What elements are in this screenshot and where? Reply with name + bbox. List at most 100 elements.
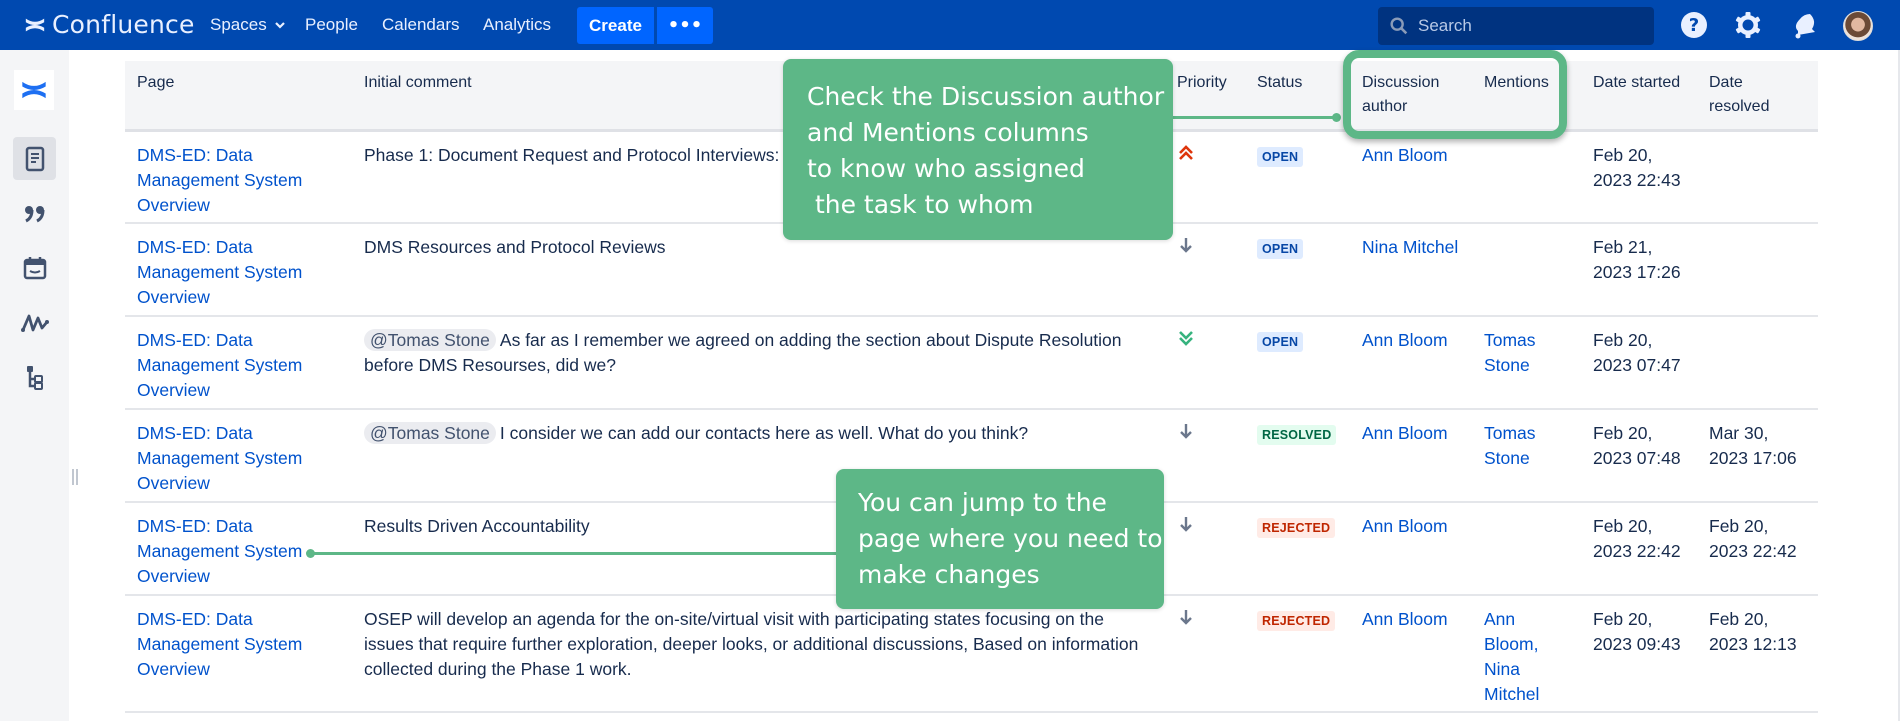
cell-discussion-author: Nina Mitchel (1350, 223, 1472, 317)
confluence-logo-icon (25, 18, 45, 31)
page-link[interactable]: DMS-ED: Data Management System Overview (137, 516, 302, 586)
author-link[interactable]: Nina Mitchel (1362, 237, 1458, 257)
space-logo[interactable] (14, 70, 54, 110)
date-resolved: Feb 20, 2023 12:13 (1709, 609, 1797, 654)
date-resolved: Mar 30, 2023 17:06 (1709, 423, 1797, 468)
cell-mentions (1472, 502, 1581, 596)
column-header-date-resolved[interactable]: Date resolved (1697, 61, 1818, 132)
priority-lowest-icon (1179, 331, 1193, 346)
priority-low-icon (1180, 517, 1192, 532)
cell-initial-comment: @Tomas Stone As far as I remember we agre… (352, 316, 1165, 410)
chevron-down-icon (275, 22, 286, 29)
sidebar-item-blog[interactable] (13, 192, 56, 235)
cell-status: OPEN (1245, 130, 1350, 224)
mentions-link[interactable]: Tomas Stone (1484, 423, 1536, 468)
callout-line: and Mentions columns (807, 118, 1089, 147)
column-header-priority[interactable]: Priority (1165, 61, 1245, 132)
cell-priority (1165, 409, 1245, 503)
comment-text: OSEP will develop an agenda for the on-s… (364, 609, 1139, 679)
callout-connector-dot (306, 549, 315, 558)
cell-date-resolved (1697, 223, 1818, 317)
cell-priority (1165, 502, 1245, 596)
status-badge: REJECTED (1257, 611, 1336, 631)
space-sidebar (0, 50, 69, 721)
author-link[interactable]: Ann Bloom (1362, 423, 1448, 443)
svg-text:?: ? (1689, 15, 1699, 36)
columns-highlight-box (1343, 50, 1567, 139)
cell-status: OPEN (1245, 223, 1350, 317)
mentions-link[interactable]: Tomas Stone (1484, 330, 1536, 375)
page-link[interactable]: DMS-ED: Data Management System Overview (137, 609, 302, 679)
more-options-button[interactable]: ••• (657, 7, 713, 44)
cell-date-started: Feb 20, 2023 07:48 (1581, 409, 1697, 503)
nav-analytics[interactable]: Analytics (483, 15, 551, 35)
callout-line: the task to whom (807, 190, 1034, 219)
cell-date-resolved (1697, 130, 1818, 224)
pages-icon (25, 146, 44, 171)
mentions-link[interactable]: Ann Bloom, Nina Mitchel (1484, 609, 1539, 704)
nav-people[interactable]: People (305, 15, 358, 35)
cell-mentions: Ann Bloom, Nina Mitchel (1472, 595, 1581, 713)
comment-text: Results Driven Accountability (364, 516, 590, 536)
cell-mentions (1472, 223, 1581, 317)
page-link[interactable]: DMS-ED: Data Management System Overview (137, 145, 302, 215)
jump-tip-callout: You can jump to the page where you need … (836, 469, 1164, 609)
table-row: DMS-ED: Data Management System Overview O… (125, 595, 1818, 713)
create-button[interactable]: Create (577, 7, 654, 44)
callout-line: make changes (858, 560, 1040, 589)
confluence-space-icon (22, 81, 46, 99)
page-link[interactable]: DMS-ED: Data Management System Overview (137, 330, 302, 400)
cell-discussion-author: Ann Bloom (1350, 130, 1472, 224)
priority-low-icon (1180, 238, 1192, 253)
user-mention-chip[interactable]: @Tomas Stone (364, 422, 496, 444)
hierarchy-icon (26, 365, 43, 390)
column-header-date-started[interactable]: Date started (1581, 61, 1697, 132)
cell-page: DMS-ED: Data Management System Overview (125, 595, 352, 713)
cell-page: DMS-ED: Data Management System Overview (125, 223, 352, 317)
sidebar-item-calendar[interactable] (13, 246, 56, 289)
settings-gear-icon[interactable] (1734, 11, 1762, 39)
cell-priority (1165, 595, 1245, 713)
date-started: Feb 20, 2023 22:43 (1593, 144, 1681, 190)
confluence-logo[interactable]: Confluence (24, 10, 195, 39)
sidebar-resize-handle[interactable] (72, 469, 78, 485)
status-badge: OPEN (1257, 332, 1304, 352)
page-link[interactable]: DMS-ED: Data Management System Overview (137, 423, 302, 493)
sidebar-item-pages[interactable] (13, 137, 56, 180)
author-link[interactable]: Ann Bloom (1362, 609, 1448, 629)
callout-line: Check the Discussion author (807, 82, 1165, 111)
nav-spaces[interactable]: Spaces (210, 15, 286, 35)
cell-status: REJECTED (1245, 595, 1350, 713)
nav-calendars[interactable]: Calendars (382, 15, 460, 35)
cell-discussion-author: Ann Bloom (1350, 409, 1472, 503)
user-avatar[interactable] (1843, 11, 1873, 41)
callout-line: page where you need to (858, 524, 1163, 553)
search-box[interactable] (1378, 7, 1654, 45)
cell-date-started: Feb 20, 2023 22:42 (1581, 502, 1697, 596)
cell-page: DMS-ED: Data Management System Overview (125, 316, 352, 410)
sidebar-item-analytics[interactable] (13, 301, 56, 344)
notifications-icon[interactable] (1790, 11, 1818, 39)
date-started: Feb 20, 2023 09:43 (1593, 609, 1681, 654)
blog-quote-icon (24, 205, 44, 222)
sidebar-item-hierarchy[interactable] (13, 356, 56, 399)
status-badge: RESOLVED (1257, 425, 1337, 445)
author-link[interactable]: Ann Bloom (1362, 516, 1448, 536)
cell-date-resolved: Mar 30, 2023 17:06 (1697, 409, 1818, 503)
help-icon[interactable]: ? (1680, 11, 1708, 39)
priority-low-icon (1180, 610, 1192, 625)
cell-discussion-author: Ann Bloom (1350, 316, 1472, 410)
cell-mentions: Tomas Stone (1472, 409, 1581, 503)
search-input[interactable] (1418, 16, 1638, 36)
cell-date-resolved (1697, 316, 1818, 410)
cell-initial-comment: OSEP will develop an agenda for the on-s… (352, 595, 1165, 713)
user-mention-chip[interactable]: @Tomas Stone (364, 329, 496, 351)
page-link[interactable]: DMS-ED: Data Management System Overview (137, 237, 302, 307)
status-badge: OPEN (1257, 146, 1304, 167)
author-link[interactable]: Ann Bloom (1362, 330, 1448, 350)
author-link[interactable]: Ann Bloom (1362, 145, 1448, 165)
status-badge: REJECTED (1257, 518, 1336, 538)
cell-date-started: Feb 20, 2023 09:43 (1581, 595, 1697, 713)
column-header-page[interactable]: Page (125, 61, 352, 132)
comment-text: Phase 1: Document Request and Protocol I… (364, 144, 780, 165)
